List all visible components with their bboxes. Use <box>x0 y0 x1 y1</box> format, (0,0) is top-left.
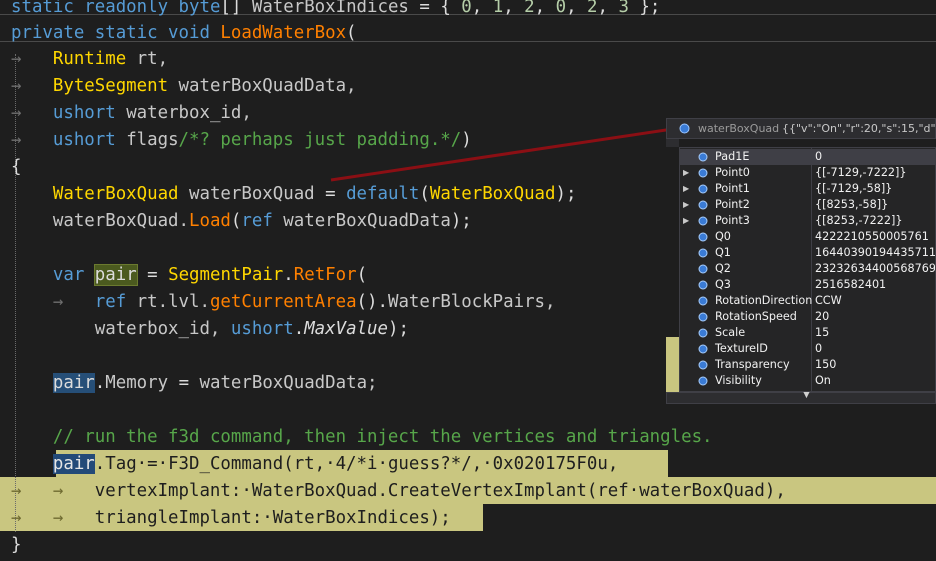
property-name: Point0 <box>715 166 750 179</box>
property-row[interactable]: TextureID 0 <box>680 341 935 357</box>
property-icon <box>698 312 708 322</box>
property-name: Transparency <box>715 358 790 371</box>
property-icon <box>698 328 708 338</box>
property-row[interactable]: Q2 232326344005687699 <box>680 261 935 277</box>
property-row[interactable]: RotationSpeed 20 <box>680 309 935 325</box>
expand-icon[interactable]: ▶ <box>683 213 691 229</box>
datatip-variable-name: waterBoxQuad <box>698 122 780 135</box>
property-value[interactable]: 2516582401 <box>815 277 935 293</box>
property-value[interactable]: CCW <box>815 293 935 309</box>
property-icon <box>698 360 708 370</box>
property-icon <box>698 280 708 290</box>
property-icon <box>698 216 708 226</box>
property-name: Q2 <box>715 262 731 275</box>
expand-icon[interactable]: ▶ <box>683 181 691 197</box>
datatip-footer[interactable]: ▼ <box>666 390 936 404</box>
property-value[interactable]: {[-7129,-7222]} <box>815 165 935 181</box>
property-icon <box>698 344 708 354</box>
property-value[interactable]: {[8253,-58]} <box>815 197 935 213</box>
property-value[interactable]: On <box>815 373 935 389</box>
property-name: Q0 <box>715 230 731 243</box>
property-name: Pad1E <box>715 150 750 163</box>
property-name: Visibility <box>715 374 762 387</box>
property-icon <box>698 152 708 162</box>
datatip-left-strip <box>666 147 679 337</box>
property-icon <box>698 168 708 178</box>
property-value[interactable]: 20 <box>815 309 935 325</box>
property-row[interactable]: Q0 4222210550005761 <box>680 229 935 245</box>
property-icon <box>698 248 708 258</box>
datatip-value-preview: {{"v":"On","r":20,"s":15,"d": <box>782 122 936 135</box>
property-value[interactable]: {[8253,-7222]} <box>815 213 935 229</box>
property-row[interactable]: Scale 15 <box>680 325 935 341</box>
property-value[interactable]: 232326344005687699 <box>815 261 935 277</box>
property-row[interactable]: RotationDirection CCW <box>680 293 935 309</box>
property-icon <box>698 264 708 274</box>
property-value[interactable]: 0 <box>815 149 935 165</box>
property-name: Scale <box>715 326 746 339</box>
property-name: Point2 <box>715 198 750 211</box>
property-row[interactable]: Transparency 150 <box>680 357 935 373</box>
property-icon <box>698 376 708 386</box>
property-value[interactable]: 164403901944357119 <box>815 245 935 261</box>
property-value[interactable]: 4222210550005761 <box>815 229 935 245</box>
property-icon <box>698 232 708 242</box>
property-name: RotationDirection <box>715 294 813 307</box>
datatip-header[interactable]: waterBoxQuad {{"v":"On","r":20,"s":15,"d… <box>666 118 936 139</box>
property-row[interactable]: Q1 164403901944357119 <box>680 245 935 261</box>
property-row[interactable]: Visibility On <box>680 373 935 389</box>
property-row[interactable]: ▶ Point0 {[-7129,-7222]} <box>680 165 935 181</box>
expand-icon[interactable]: ▶ <box>683 197 691 213</box>
property-icon <box>698 200 708 210</box>
expand-icon[interactable]: ▶ <box>683 165 691 181</box>
property-name: Q1 <box>715 246 731 259</box>
pin-icon[interactable] <box>679 123 690 134</box>
property-value[interactable]: 150 <box>815 357 935 373</box>
property-name: Point1 <box>715 182 750 195</box>
property-icon <box>698 184 708 194</box>
datatip-left-strip-selected <box>666 337 679 392</box>
property-value[interactable]: 15 <box>815 325 935 341</box>
property-row[interactable]: ▶ Point1 {[-7129,-58]} <box>680 181 935 197</box>
property-name: Point3 <box>715 214 750 227</box>
property-icon <box>698 296 708 306</box>
property-name: Q3 <box>715 278 731 291</box>
property-value[interactable]: {[-7129,-58]} <box>815 181 935 197</box>
property-row[interactable]: Pad1E 0 <box>680 149 935 165</box>
datatip-gap <box>666 139 679 147</box>
property-value[interactable]: 0 <box>815 341 935 357</box>
property-row[interactable]: Q3 2516582401 <box>680 277 935 293</box>
property-row[interactable]: ▶ Point3 {[8253,-7222]} <box>680 213 935 229</box>
datatip-properties[interactable]: Pad1E 0 ▶ Point0 {[-7129,-7222]} ▶ Point1 {[-71… <box>679 147 936 392</box>
property-name: RotationSpeed <box>715 310 797 323</box>
property-name: TextureID <box>715 342 768 355</box>
property-row[interactable]: ▶ Point2 {[8253,-58]} <box>680 197 935 213</box>
